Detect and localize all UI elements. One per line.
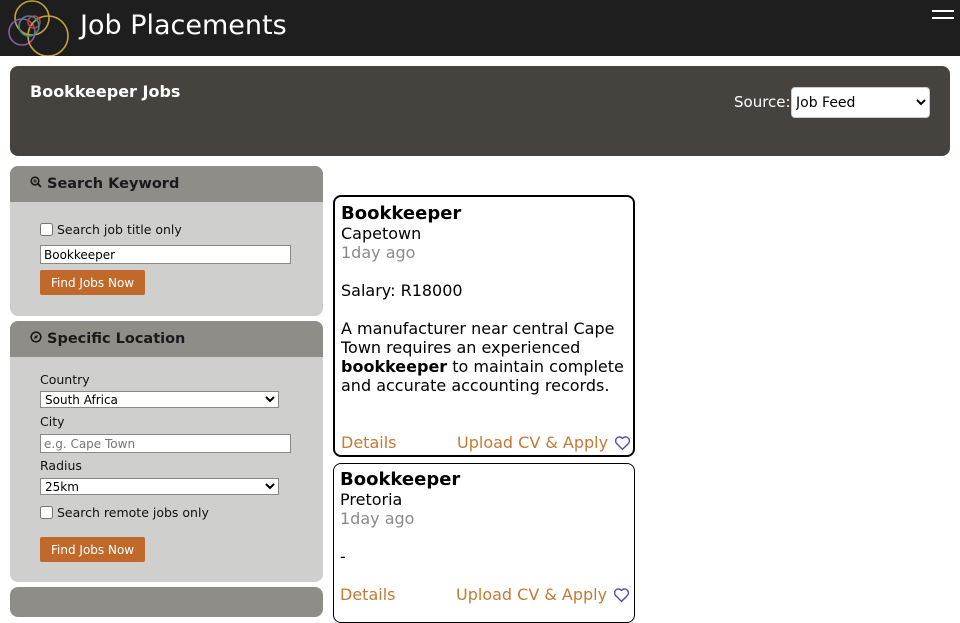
job-card[interactable]: Bookkeeper Capetown 1day ago Salary: R18… — [333, 195, 635, 457]
specific-location-panel: Specific Location Country South Africa C… — [10, 321, 323, 582]
radius-label: Radius — [40, 458, 82, 473]
job-title[interactable]: Bookkeeper — [340, 469, 460, 490]
city-label: City — [40, 414, 65, 429]
job-details-link[interactable]: Details — [341, 433, 396, 452]
find-jobs-location-button[interactable]: Find Jobs Now — [40, 537, 146, 562]
search-keyword-header[interactable]: Search Keyword — [10, 166, 323, 202]
remote-only-row[interactable]: Search remote jobs only — [40, 505, 209, 520]
upload-cv-apply-link[interactable]: Upload CV & Apply — [457, 433, 608, 452]
job-location: Pretoria — [340, 490, 403, 509]
city-input[interactable] — [40, 434, 291, 453]
keyword-input[interactable] — [40, 245, 291, 264]
job-posted: 1day ago — [341, 243, 416, 262]
title-only-checkbox[interactable] — [40, 223, 53, 236]
radius-select[interactable]: 25km — [40, 478, 279, 495]
page-header: Bookkeeper Jobs Source: Job Feed — [10, 66, 950, 156]
job-card[interactable]: Bookkeeper Pretoria 1day ago - Details U… — [333, 463, 635, 623]
find-jobs-button[interactable]: Find Jobs Now — [40, 270, 146, 295]
location-icon — [30, 331, 42, 347]
search-keyword-title: Search Keyword — [47, 176, 180, 192]
hamburger-menu-icon[interactable] — [932, 10, 954, 24]
more-filters-panel — [10, 587, 323, 617]
specific-location-header[interactable]: Specific Location — [10, 321, 323, 357]
favorite-heart-icon[interactable] — [614, 435, 631, 451]
page-title: Bookkeeper Jobs — [30, 82, 181, 101]
specific-location-title: Specific Location — [47, 331, 186, 347]
upload-cv-apply-link[interactable]: Upload CV & Apply — [456, 585, 607, 604]
source-select[interactable]: Job Feed — [791, 87, 930, 118]
job-description: A manufacturer near central Cape Town re… — [341, 319, 624, 395]
more-filters-header[interactable] — [10, 587, 323, 617]
title-only-label: Search job title only — [57, 222, 182, 237]
brand-logo[interactable] — [8, 0, 72, 56]
brand-name[interactable]: Job Placements — [80, 10, 287, 41]
job-location: Capetown — [341, 224, 422, 243]
remote-only-checkbox[interactable] — [40, 506, 53, 519]
job-details-link[interactable]: Details — [340, 585, 395, 604]
country-select[interactable]: South Africa — [40, 391, 279, 408]
remote-only-label: Search remote jobs only — [57, 505, 209, 520]
source-label: Source: — [734, 93, 791, 111]
search-icon — [30, 176, 42, 192]
top-navbar: Job Placements — [0, 0, 960, 56]
job-keyword-highlight: bookkeeper — [341, 357, 448, 376]
job-posted: 1day ago — [340, 509, 415, 528]
job-salary: Salary: R18000 — [341, 281, 463, 300]
country-label: Country — [40, 372, 90, 387]
search-keyword-panel: Search Keyword Search job title only Fin… — [10, 166, 323, 316]
title-only-row[interactable]: Search job title only — [40, 222, 182, 237]
job-title[interactable]: Bookkeeper — [341, 203, 461, 224]
job-salary: - — [340, 547, 346, 566]
favorite-heart-icon[interactable] — [613, 587, 630, 603]
